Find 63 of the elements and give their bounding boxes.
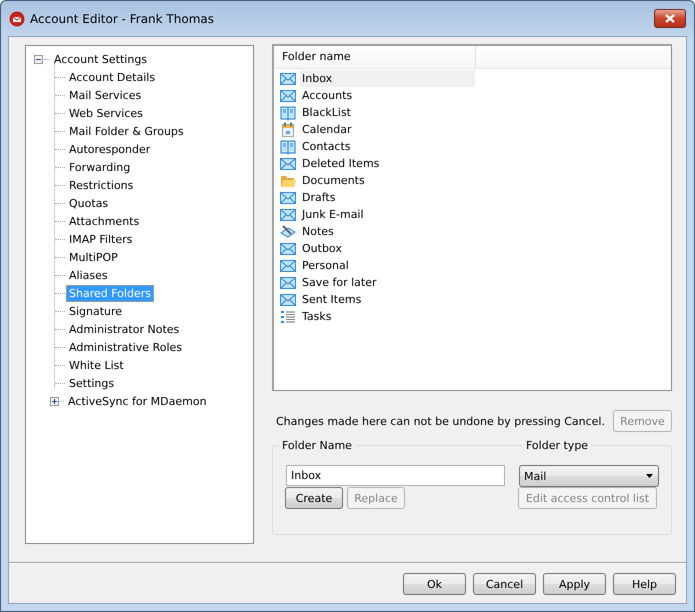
- envelope-icon: [280, 156, 296, 172]
- tree-item[interactable]: Aliases: [66, 266, 111, 284]
- folder-item[interactable]: Contacts: [300, 138, 475, 155]
- envelope-icon: [280, 206, 296, 222]
- envelope-icon: [280, 258, 296, 274]
- book-icon: [280, 138, 296, 154]
- folder-item[interactable]: Save for later: [300, 274, 475, 291]
- folder-item[interactable]: Inbox: [300, 70, 475, 87]
- tree-item[interactable]: Quotas: [66, 194, 112, 212]
- folder-item[interactable]: BlackList: [300, 104, 475, 121]
- folder-type-dropdown[interactable]: Mail: [519, 465, 659, 487]
- tree-item[interactable]: Forwarding: [66, 158, 134, 176]
- folder-item[interactable]: Sent Items: [300, 291, 475, 308]
- calendar-icon: [280, 122, 296, 138]
- close-icon: [664, 13, 676, 24]
- dropdown-arrow-icon: [646, 474, 653, 478]
- app-logo-icon: [9, 10, 25, 26]
- folder-item[interactable]: Calendar: [300, 121, 475, 138]
- tree-item[interactable]: Account Settings: [51, 50, 150, 68]
- envelope-icon: [280, 292, 296, 308]
- folder-action-button[interactable]: Create: [285, 487, 343, 509]
- tree-item[interactable]: Administrator Notes: [66, 320, 182, 338]
- folder-item[interactable]: Tasks: [300, 308, 475, 325]
- close-button[interactable]: [654, 9, 686, 28]
- dialog-button[interactable]: Apply: [543, 573, 606, 595]
- dialog-button[interactable]: Ok: [403, 573, 466, 595]
- tree-item[interactable]: Attachments: [66, 212, 142, 230]
- tree-item[interactable]: Restrictions: [66, 176, 136, 194]
- envelope-icon: [280, 70, 296, 86]
- group-label: Folder Name: [279, 439, 355, 452]
- envelope-icon: [280, 240, 296, 256]
- folder-item[interactable]: Accounts: [300, 87, 475, 104]
- tree-item[interactable]: Mail Folder & Groups: [66, 122, 187, 140]
- book-icon: [280, 104, 296, 120]
- tree-item[interactable]: Administrative Roles: [66, 338, 185, 356]
- folder-item[interactable]: Notes: [300, 223, 475, 240]
- tree-item[interactable]: MultiPOP: [66, 248, 121, 266]
- window-title: Account Editor - Frank Thomas: [30, 12, 214, 26]
- tree-item[interactable]: Signature: [66, 302, 126, 320]
- list-icon: [280, 308, 296, 324]
- folder-item[interactable]: Junk E-mail: [300, 206, 475, 223]
- tree-item[interactable]: White List: [66, 356, 127, 374]
- folder-item[interactable]: Personal: [300, 257, 475, 274]
- tree-item[interactable]: Account Details: [66, 68, 158, 86]
- dialog-button[interactable]: Help: [613, 573, 676, 595]
- warning-text: Changes made here can not be undone by pressing Cancel.: [275, 414, 605, 428]
- tree-item[interactable]: ActiveSync for MDaemon: [65, 392, 210, 410]
- notepad-icon: [280, 224, 296, 240]
- tree-item[interactable]: IMAP Filters: [66, 230, 136, 248]
- folder-name-field[interactable]: Inbox: [286, 465, 505, 486]
- envelope-icon: [280, 274, 296, 290]
- envelope-icon: [280, 190, 296, 206]
- tree-item[interactable]: Mail Services: [66, 86, 144, 104]
- folder-item[interactable]: Outbox: [300, 240, 475, 257]
- folder-item[interactable]: Drafts: [300, 189, 475, 206]
- dialog-button[interactable]: Cancel: [473, 573, 536, 595]
- tree-item[interactable]: Autoresponder: [66, 140, 154, 158]
- folder-item[interactable]: Documents: [300, 172, 475, 189]
- tree-item[interactable]: Settings: [66, 374, 118, 392]
- folder-item[interactable]: Deleted Items: [300, 155, 475, 172]
- group-label: Folder type: [523, 439, 592, 452]
- envelope-icon: [280, 88, 296, 104]
- tree-item[interactable]: Web Services: [66, 104, 146, 122]
